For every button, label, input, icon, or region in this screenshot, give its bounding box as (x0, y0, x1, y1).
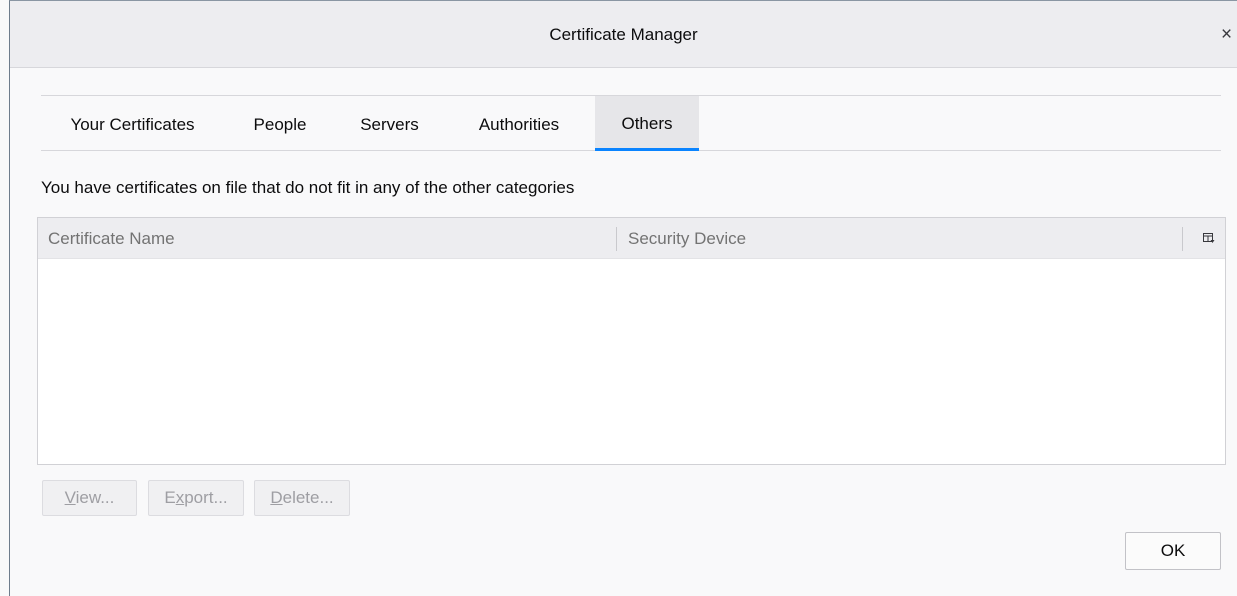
column-separator[interactable] (616, 227, 617, 251)
certificate-table[interactable]: Certificate Name Security Device (37, 217, 1226, 465)
tab-servers[interactable]: Servers (336, 96, 443, 150)
title-bar[interactable]: Certificate Manager × (10, 1, 1237, 68)
column-header-certificate-name[interactable]: Certificate Name (48, 218, 175, 260)
column-separator[interactable] (1182, 227, 1183, 251)
tab-your-certificates[interactable]: Your Certificates (41, 96, 224, 150)
view-button[interactable]: View... (42, 480, 137, 516)
ok-button[interactable]: OK (1125, 532, 1221, 570)
table-header: Certificate Name Security Device (38, 218, 1225, 259)
tab-others[interactable]: Others (595, 96, 699, 151)
window-title: Certificate Manager (549, 25, 698, 44)
close-icon[interactable]: × (1221, 1, 1237, 68)
column-header-security-device[interactable]: Security Device (628, 218, 746, 260)
export-button[interactable]: Export... (148, 480, 244, 516)
tab-description: You have certificates on file that do no… (41, 178, 575, 197)
tab-authorities[interactable]: Authorities (443, 96, 595, 150)
tab-strip: Your Certificates People Servers Authori… (41, 96, 1221, 151)
tab-people[interactable]: People (224, 96, 336, 150)
delete-button[interactable]: Delete... (254, 480, 350, 516)
dialog-window: Certificate Manager × Your Certificates … (9, 0, 1237, 596)
column-picker-icon[interactable] (1203, 232, 1215, 244)
